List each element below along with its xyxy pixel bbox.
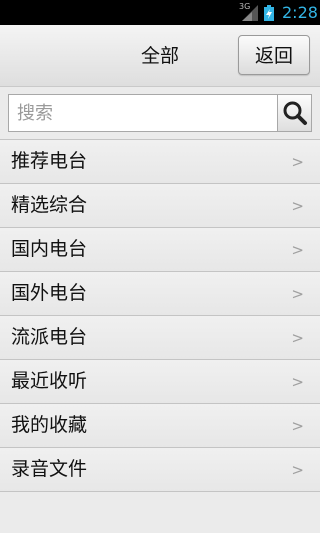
list-item-featured[interactable]: 精选综合 > <box>0 184 320 228</box>
status-bar: 3G 2:28 <box>0 0 320 25</box>
list-item-label: 录音文件 <box>11 458 88 480</box>
list-item-recordings[interactable]: 录音文件 > <box>0 448 320 492</box>
list-item-label: 精选综合 <box>11 194 88 216</box>
list-item-label: 最近收听 <box>11 370 88 392</box>
back-button[interactable]: 返回 <box>238 35 310 75</box>
list-item-foreign[interactable]: 国外电台 > <box>0 272 320 316</box>
list-item-domestic[interactable]: 国内电台 > <box>0 228 320 272</box>
list-item-favorites[interactable]: 我的收藏 > <box>0 404 320 448</box>
search-bar <box>0 87 320 139</box>
chevron-right-icon: > <box>291 241 304 259</box>
chevron-right-icon: > <box>291 417 304 435</box>
chevron-right-icon: > <box>291 197 304 215</box>
chevron-right-icon: > <box>291 461 304 479</box>
top-bar: 全部 返回 <box>0 25 320 87</box>
chevron-right-icon: > <box>291 329 304 347</box>
search-input[interactable] <box>8 94 278 132</box>
battery-icon <box>264 5 274 21</box>
list-item-label: 流派电台 <box>11 326 88 348</box>
list-item-label: 国外电台 <box>11 282 88 304</box>
search-button[interactable] <box>277 94 312 132</box>
clock: 2:28 <box>282 3 318 22</box>
list-item-recommended[interactable]: 推荐电台 > <box>0 140 320 184</box>
list-item-label: 推荐电台 <box>11 150 88 172</box>
chevron-right-icon: > <box>291 285 304 303</box>
chevron-right-icon: > <box>291 373 304 391</box>
list-item-recent[interactable]: 最近收听 > <box>0 360 320 404</box>
list-item-label: 国内电台 <box>11 238 88 260</box>
category-list: 推荐电台 > 精选综合 > 国内电台 > 国外电台 > 流派电台 > 最近收听 … <box>0 139 320 492</box>
search-icon <box>283 101 307 125</box>
list-item-label: 我的收藏 <box>11 414 88 436</box>
signal-icon <box>242 5 258 21</box>
chevron-right-icon: > <box>291 153 304 171</box>
list-item-genre[interactable]: 流派电台 > <box>0 316 320 360</box>
